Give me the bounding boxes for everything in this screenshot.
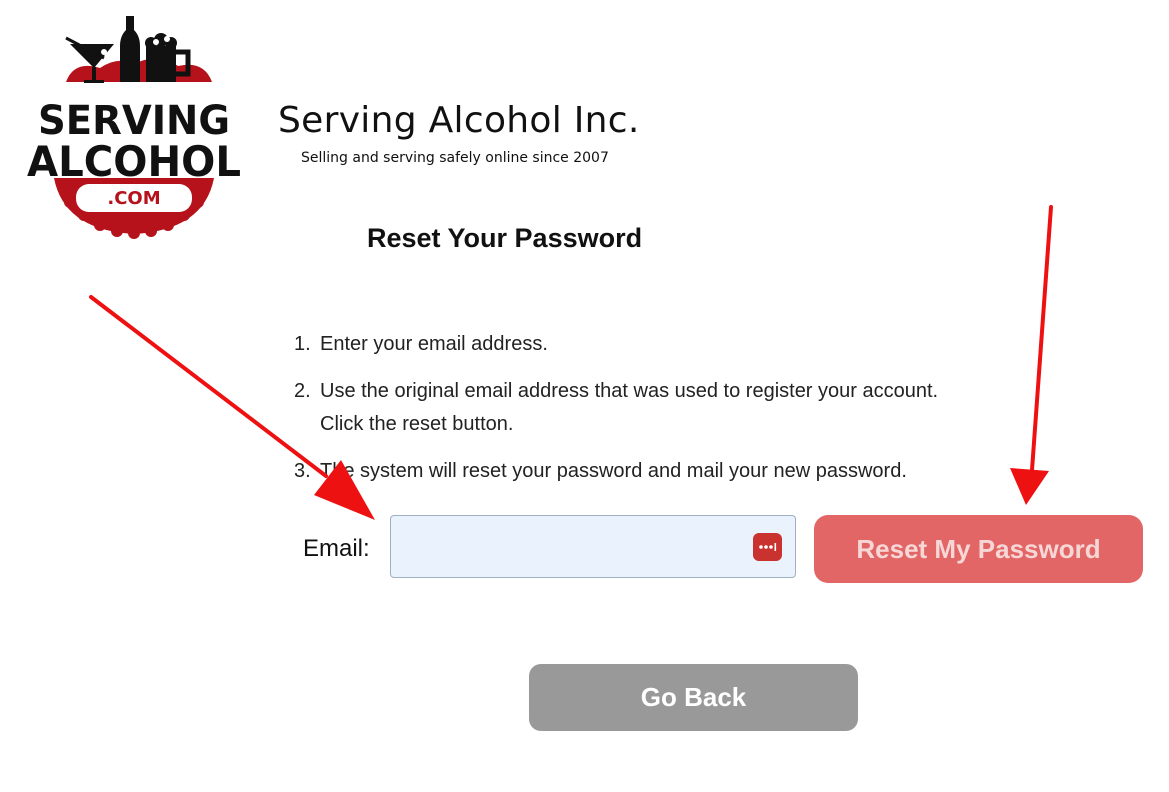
step-text: The system will reset your password and …: [320, 460, 907, 482]
logo-line-2: ALCOHOL: [27, 137, 241, 186]
instruction-step: 2. Use the original email address that w…: [294, 375, 984, 441]
step-text: Enter your email address.: [320, 333, 548, 355]
go-back-button[interactable]: Go Back: [529, 664, 858, 731]
annotation-arrow-right: [1010, 205, 1053, 505]
page-title: Reset Your Password: [367, 223, 643, 253]
password-manager-icon[interactable]: [753, 533, 782, 561]
instructions-list: 1. Enter your email address. 2. Use the …: [294, 328, 984, 488]
company-name: Serving Alcohol Inc.: [278, 100, 640, 141]
reset-password-button[interactable]: Reset My Password: [814, 515, 1143, 583]
step-number: 1.: [294, 333, 311, 355]
step-text: Use the original email address that was …: [320, 380, 939, 435]
instruction-step: 3. The system will reset your password a…: [294, 455, 984, 488]
instruction-step: 1. Enter your email address.: [294, 328, 984, 361]
logo-badge-text: .COM: [107, 188, 160, 209]
step-number: 2.: [294, 380, 311, 402]
email-label: Email:: [303, 535, 370, 562]
serving-alcohol-logo: .COM SERVING ALCOHOL: [27, 16, 241, 239]
company-tagline: Selling and serving safely online since …: [301, 150, 609, 166]
email-input[interactable]: [390, 515, 796, 578]
step-number: 3.: [294, 460, 311, 482]
